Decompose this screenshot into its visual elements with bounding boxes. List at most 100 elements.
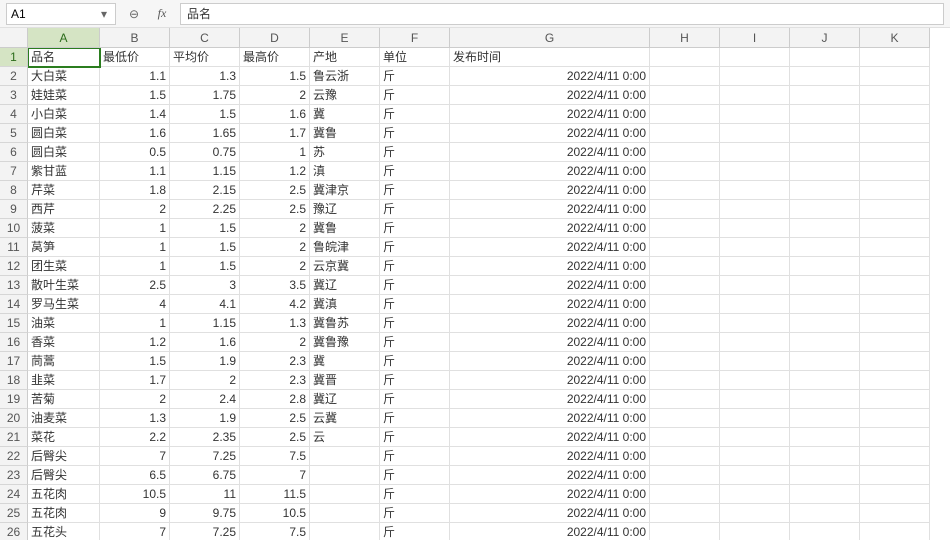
cell[interactable]: [860, 314, 930, 333]
cell[interactable]: [650, 504, 720, 523]
cell[interactable]: 1.4: [100, 105, 170, 124]
cell[interactable]: 2022/4/11 0:00: [450, 86, 650, 105]
cell[interactable]: 3: [170, 276, 240, 295]
cell[interactable]: 散叶生菜: [28, 276, 100, 295]
cell[interactable]: 冀: [310, 105, 380, 124]
cell[interactable]: 11.5: [240, 485, 310, 504]
cell[interactable]: [790, 295, 860, 314]
cell[interactable]: 云冀: [310, 409, 380, 428]
cell[interactable]: [720, 257, 790, 276]
cell[interactable]: [650, 314, 720, 333]
cell[interactable]: 斤: [380, 143, 450, 162]
cell[interactable]: 莴笋: [28, 238, 100, 257]
cell[interactable]: 五花肉: [28, 504, 100, 523]
row-header[interactable]: 14: [0, 295, 28, 314]
cell[interactable]: 2.5: [240, 428, 310, 447]
cell[interactable]: 2022/4/11 0:00: [450, 238, 650, 257]
cell[interactable]: [650, 447, 720, 466]
cell[interactable]: 大白菜: [28, 67, 100, 86]
cell[interactable]: [790, 143, 860, 162]
row-header[interactable]: 7: [0, 162, 28, 181]
cell[interactable]: [790, 276, 860, 295]
column-header-F[interactable]: F: [380, 28, 450, 48]
cell[interactable]: 2022/4/11 0:00: [450, 143, 650, 162]
cell[interactable]: [720, 295, 790, 314]
cell[interactable]: 韭菜: [28, 371, 100, 390]
cell[interactable]: 菠菜: [28, 219, 100, 238]
cell[interactable]: 1.6: [100, 124, 170, 143]
cell[interactable]: 罗马生菜: [28, 295, 100, 314]
cell[interactable]: 2: [100, 390, 170, 409]
cell[interactable]: 9.75: [170, 504, 240, 523]
cell[interactable]: [790, 162, 860, 181]
cell[interactable]: [720, 143, 790, 162]
cell[interactable]: [650, 257, 720, 276]
cell[interactable]: 1.9: [170, 352, 240, 371]
cell[interactable]: 西芹: [28, 200, 100, 219]
cell[interactable]: 1.2: [100, 333, 170, 352]
cell[interactable]: [790, 86, 860, 105]
row-header[interactable]: 20: [0, 409, 28, 428]
cell[interactable]: [860, 105, 930, 124]
name-box[interactable]: ▾: [6, 3, 116, 25]
cell[interactable]: 2: [100, 200, 170, 219]
row-header[interactable]: 4: [0, 105, 28, 124]
cell[interactable]: [790, 352, 860, 371]
cell[interactable]: [310, 504, 380, 523]
cell[interactable]: 7.5: [240, 447, 310, 466]
cell[interactable]: [720, 124, 790, 143]
cell[interactable]: 1.5: [100, 352, 170, 371]
cell[interactable]: 2022/4/11 0:00: [450, 257, 650, 276]
cell[interactable]: 云京冀: [310, 257, 380, 276]
cell-area[interactable]: 品名最低价平均价最高价产地单位发布时间大白菜1.11.31.5鲁云浙斤2022/…: [28, 48, 930, 540]
cell[interactable]: 7: [100, 523, 170, 540]
cell[interactable]: [860, 67, 930, 86]
cell[interactable]: [860, 200, 930, 219]
cell[interactable]: 1.3: [240, 314, 310, 333]
cell[interactable]: 2022/4/11 0:00: [450, 504, 650, 523]
cell[interactable]: [720, 105, 790, 124]
cell[interactable]: [720, 523, 790, 540]
cell[interactable]: 2: [170, 371, 240, 390]
column-header-D[interactable]: D: [240, 28, 310, 48]
cell[interactable]: [790, 523, 860, 540]
cell[interactable]: [650, 181, 720, 200]
cell[interactable]: [790, 181, 860, 200]
cell[interactable]: [650, 428, 720, 447]
cell[interactable]: 2.15: [170, 181, 240, 200]
column-header-A[interactable]: A: [28, 28, 100, 48]
row-header[interactable]: 23: [0, 466, 28, 485]
cell[interactable]: [860, 181, 930, 200]
row-header[interactable]: 26: [0, 523, 28, 540]
cell[interactable]: 紫甘蓝: [28, 162, 100, 181]
cell[interactable]: 2022/4/11 0:00: [450, 124, 650, 143]
cell[interactable]: 1: [100, 257, 170, 276]
cell[interactable]: 斤: [380, 466, 450, 485]
cell[interactable]: [790, 466, 860, 485]
cell[interactable]: 2022/4/11 0:00: [450, 523, 650, 540]
cell[interactable]: 1.5: [170, 219, 240, 238]
cell[interactable]: 斤: [380, 428, 450, 447]
cell[interactable]: [720, 314, 790, 333]
row-header[interactable]: 17: [0, 352, 28, 371]
cell[interactable]: [720, 409, 790, 428]
cell[interactable]: [650, 352, 720, 371]
cell[interactable]: [720, 466, 790, 485]
cell[interactable]: 冀: [310, 352, 380, 371]
cell[interactable]: [860, 219, 930, 238]
cell[interactable]: 斤: [380, 371, 450, 390]
cell[interactable]: [860, 466, 930, 485]
cell[interactable]: 斤: [380, 447, 450, 466]
cell[interactable]: 2.5: [240, 200, 310, 219]
cell[interactable]: [720, 371, 790, 390]
cell[interactable]: [790, 67, 860, 86]
cell[interactable]: [790, 504, 860, 523]
cell[interactable]: [650, 295, 720, 314]
cell[interactable]: 冀辽: [310, 390, 380, 409]
column-header-C[interactable]: C: [170, 28, 240, 48]
cell[interactable]: 云: [310, 428, 380, 447]
cell[interactable]: 1.15: [170, 162, 240, 181]
row-header[interactable]: 11: [0, 238, 28, 257]
cell[interactable]: [790, 409, 860, 428]
cell[interactable]: 后臀尖: [28, 447, 100, 466]
